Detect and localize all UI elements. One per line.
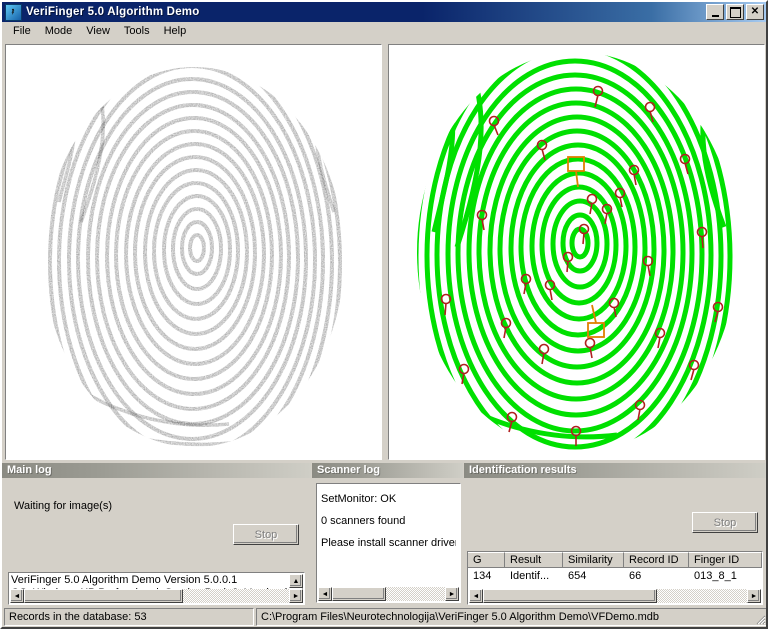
- fingerprint-skeleton-image: [402, 47, 752, 457]
- main-log-section: Main log Waiting for image(s) Stop VeriF…: [2, 463, 311, 605]
- cell-finger-id: 013_8_1: [689, 568, 762, 585]
- column-header-record-id[interactable]: Record ID: [624, 552, 689, 568]
- main-log-detail-line: VeriFinger 5.0 Algorithm Demo Version 5.…: [11, 574, 287, 587]
- scanner-log-header: Scanner log: [312, 463, 463, 478]
- fingerprint-grayscale-image: [29, 52, 359, 452]
- scroll-left-glyph: ◄: [14, 593, 21, 600]
- status-bar: Records in the database: 53 C:\Program F…: [2, 607, 768, 627]
- main-log-stop-label: Stop: [255, 529, 278, 541]
- results-horizontal-scrollbar[interactable]: ◄ ►: [469, 589, 761, 603]
- scanner-log-line: 0 scanners found: [321, 510, 456, 532]
- scanner-log-box[interactable]: SetMonitor: OK 0 scanners found Please i…: [316, 483, 461, 603]
- scroll-right-glyph: ►: [751, 593, 758, 600]
- scanner-log-horizontal-scrollbar[interactable]: ◄ ►: [318, 587, 459, 601]
- processed-image-pane[interactable]: [388, 44, 765, 460]
- bottom-panels: Main log Waiting for image(s) Stop VeriF…: [2, 463, 768, 611]
- scroll-left-icon[interactable]: ◄: [469, 589, 483, 603]
- status-database-path-text: C:\Program Files\Neurotechnologija\VeriF…: [261, 611, 659, 623]
- original-image-pane[interactable]: [5, 44, 382, 460]
- identification-stop-button[interactable]: Stop: [692, 512, 758, 533]
- scroll-right-icon[interactable]: ►: [445, 587, 459, 601]
- menu-label: View: [86, 25, 110, 37]
- resize-grip-icon[interactable]: [754, 613, 766, 625]
- column-header-finger-id[interactable]: Finger ID: [689, 552, 762, 568]
- identification-stop-label: Stop: [714, 517, 737, 529]
- menu-label: Help: [164, 25, 187, 37]
- main-log-vertical-scrollbar[interactable]: ▲ ▼: [289, 574, 303, 589]
- menu-label: Tools: [124, 25, 150, 37]
- cell-result: Identif...: [505, 568, 563, 585]
- hscroll-track[interactable]: [483, 589, 747, 603]
- scroll-right-glyph: ►: [449, 591, 456, 598]
- menu-item-mode[interactable]: Mode: [38, 24, 80, 38]
- menu-label: File: [13, 25, 31, 37]
- column-header-g[interactable]: G: [468, 552, 505, 568]
- scroll-right-icon[interactable]: ►: [747, 589, 761, 603]
- menu-item-help[interactable]: Help: [157, 24, 194, 38]
- menu-item-tools[interactable]: Tools: [117, 24, 157, 38]
- image-panes: [5, 44, 765, 460]
- results-header-row: G Result Similarity Record ID Finger ID: [468, 552, 762, 568]
- hscroll-track[interactable]: [24, 589, 289, 603]
- app-fingerprint-icon: [5, 4, 22, 21]
- hscroll-thumb[interactable]: [483, 589, 657, 603]
- close-button[interactable]: ✕: [746, 4, 764, 20]
- hscroll-thumb[interactable]: [24, 589, 183, 603]
- table-row[interactable]: 134 Identif... 654 66 013_8_1: [468, 568, 762, 585]
- window-controls: ✕: [706, 4, 764, 20]
- scroll-up-icon[interactable]: ▲: [289, 574, 303, 588]
- scroll-left-icon[interactable]: ◄: [318, 587, 332, 601]
- minimize-button[interactable]: [706, 4, 724, 20]
- column-header-result[interactable]: Result: [505, 552, 563, 568]
- maximize-button[interactable]: [726, 4, 744, 20]
- identification-results-grid[interactable]: G Result Similarity Record ID Finger ID …: [467, 551, 763, 605]
- scroll-left-icon[interactable]: ◄: [10, 589, 24, 603]
- main-log-message: Waiting for image(s): [14, 500, 112, 512]
- main-log-stop-button[interactable]: Stop: [233, 524, 299, 545]
- cell-record-id: 66: [624, 568, 689, 585]
- status-database-path: C:\Program Files\Neurotechnologija\VeriF…: [256, 608, 768, 626]
- scroll-left-glyph: ◄: [473, 593, 480, 600]
- hscroll-track[interactable]: [332, 587, 445, 601]
- column-header-similarity[interactable]: Similarity: [563, 552, 624, 568]
- scroll-up-glyph: ▲: [293, 578, 300, 585]
- main-log-header: Main log: [2, 463, 311, 478]
- scroll-right-glyph: ►: [293, 593, 300, 600]
- menu-bar: File Mode View Tools Help: [2, 22, 766, 40]
- scroll-right-icon[interactable]: ►: [289, 589, 303, 603]
- main-log-details-box[interactable]: VeriFinger 5.0 Algorithm Demo Version 5.…: [8, 572, 305, 605]
- menu-item-file[interactable]: File: [6, 24, 38, 38]
- hscroll-thumb[interactable]: [332, 587, 386, 601]
- window-title: VeriFinger 5.0 Algorithm Demo: [26, 6, 706, 18]
- menu-label: Mode: [45, 25, 73, 37]
- scanner-log-section: Scanner log SetMonitor: OK 0 scanners fo…: [312, 463, 463, 605]
- title-bar: VeriFinger 5.0 Algorithm Demo ✕: [2, 2, 766, 22]
- scanner-log-line: Please install scanner drivers fı: [321, 532, 456, 554]
- scanner-log-line: SetMonitor: OK: [321, 488, 456, 510]
- identification-results-section: Identification results Stop G Result Sim…: [464, 463, 766, 605]
- scroll-left-glyph: ◄: [322, 591, 329, 598]
- menu-item-view[interactable]: View: [79, 24, 117, 38]
- main-log-horizontal-scrollbar[interactable]: ◄ ►: [10, 589, 303, 603]
- identification-results-header: Identification results: [464, 463, 766, 478]
- status-records-count: Records in the database: 53: [4, 608, 254, 626]
- cell-similarity: 654: [563, 568, 624, 585]
- application-window: VeriFinger 5.0 Algorithm Demo ✕ File Mod…: [0, 0, 768, 629]
- cell-g: 134: [468, 568, 505, 585]
